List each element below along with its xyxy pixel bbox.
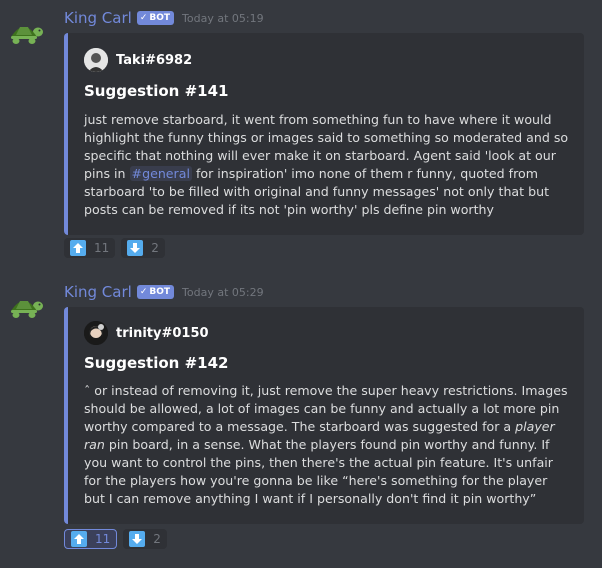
bot-tag-label: BOT [149, 13, 171, 23]
reactions: 11 2 [64, 238, 165, 258]
arrow-up-icon [71, 531, 87, 547]
reaction-down[interactable]: 2 [123, 529, 167, 549]
embed: Taki#6982 Suggestion #141 just remove st… [64, 33, 584, 235]
timestamp: Today at 05:29 [182, 285, 264, 299]
reaction-count: 2 [151, 241, 159, 255]
bot-tag-label: BOT [149, 287, 171, 297]
arrow-down-icon [127, 240, 144, 256]
username[interactable]: King Carl [64, 9, 132, 27]
king-carl-avatar[interactable] [8, 288, 44, 324]
reaction-count: 11 [95, 532, 111, 546]
message-2: King Carl ✓ BOT Today at 05:29 trinity#01… [0, 262, 602, 568]
description-text: pin board, in a sense. What the players … [84, 437, 553, 506]
bot-tag: ✓ BOT [136, 11, 175, 25]
embed: trinity#0150 Suggestion #142 ˆ or instea… [64, 307, 584, 524]
author-avatar [84, 48, 108, 72]
username[interactable]: King Carl [64, 283, 132, 301]
reaction-count: 2 [153, 532, 161, 546]
author-avatar-icon [84, 48, 108, 72]
embed-author-name[interactable]: trinity#0150 [116, 326, 209, 341]
arrow-up-icon [70, 240, 86, 256]
reaction-up[interactable]: 11 [64, 238, 116, 258]
embed-description: just remove starboard, it went from some… [84, 111, 572, 219]
timestamp: Today at 05:19 [182, 11, 264, 25]
arrow-down-icon [129, 531, 146, 547]
channel-mention[interactable]: #general [129, 166, 192, 181]
reaction-count: 11 [94, 241, 110, 255]
turtle-icon [11, 301, 43, 318]
reaction-up[interactable]: 11 [64, 529, 118, 549]
checkmark-icon: ✓ [139, 13, 148, 23]
reaction-down[interactable]: 2 [121, 238, 165, 258]
turtle-icon [11, 27, 43, 44]
king-carl-avatar[interactable] [8, 14, 44, 50]
description-text: ˆ or instead of removing it, just remove… [84, 383, 568, 434]
embed-description: ˆ or instead of removing it, just remove… [84, 382, 572, 508]
checkmark-icon: ✓ [139, 287, 148, 297]
author-avatar-icon [84, 321, 108, 345]
embed-author: trinity#0150 [84, 321, 209, 345]
bot-tag: ✓ BOT [136, 285, 175, 299]
embed-title: Suggestion #141 [84, 82, 229, 100]
embed-author-name[interactable]: Taki#6982 [116, 53, 192, 68]
author-avatar [84, 321, 108, 345]
reactions: 11 2 [64, 529, 167, 549]
embed-title: Suggestion #142 [84, 354, 229, 372]
embed-author: Taki#6982 [84, 48, 192, 72]
message-1: King Carl ✓ BOT Today at 05:19 Taki#6982 … [0, 0, 602, 262]
